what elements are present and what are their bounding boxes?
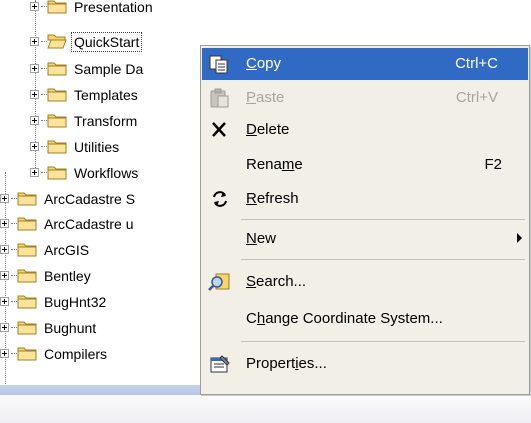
folder-closed-icon [47,166,67,180]
menu-separator [241,259,525,260]
tree-item-label: Sample Da [74,61,144,77]
menu-item-rename[interactable]: Rename F2 [202,149,528,181]
folder-closed-icon [17,217,37,231]
properties-icon [210,355,230,373]
tree-item-label: QuickStart [70,32,143,52]
delete-icon [212,122,226,137]
expand-icon[interactable] [30,116,39,125]
folder-closed-icon [47,88,67,102]
menu-item-label: Search... [246,273,307,290]
expand-icon[interactable] [0,194,9,203]
folder-closed-icon [17,243,37,257]
tree-item-label: ArcCadastre u [44,216,134,232]
tree-item-label: Bughunt [44,320,97,336]
folder-closed-icon [47,0,67,14]
menu-item-search[interactable]: Search... [202,266,528,298]
menu-item-label: Rename [246,156,303,173]
expand-icon[interactable] [0,323,9,332]
menu-item-copy[interactable]: Copy Ctrl+C [202,48,528,80]
menu-item-properties[interactable]: Properties... [202,348,528,380]
copy-icon [209,55,228,74]
menu-shortcut: Ctrl+V [455,89,498,106]
tree-item-label: ArcGIS [44,242,90,258]
menu-item-label: Delete [246,121,290,138]
search-icon [208,273,230,291]
menu-item-label: Paste [246,89,285,106]
menu-separator [241,219,525,220]
context-menu: Copy Ctrl+C Paste Ctrl+V Delete Rename F… [200,45,530,395]
folder-open-icon [47,34,67,49]
refresh-icon [213,191,227,207]
menu-item-label: Properties... [246,355,327,372]
tree-item-label: Templates [74,87,138,103]
tree-item-label: Workflows [74,165,139,181]
expand-icon[interactable] [30,64,39,73]
menu-item-label: Copy [246,55,282,72]
tree-item-label: Bentley [44,268,91,284]
menu-shortcut: Ctrl+C [455,55,498,72]
expand-icon[interactable] [0,219,9,228]
expand-icon[interactable] [30,168,39,177]
folder-closed-icon [17,347,37,361]
menu-item-label: New [246,230,277,247]
paste-icon [210,88,229,108]
folder-closed-icon [47,114,67,128]
folder-closed-icon [17,321,37,335]
bottom-bar [0,395,531,423]
menu-separator [241,341,525,342]
menu-item-delete[interactable]: Delete [202,114,528,146]
expand-icon[interactable] [30,142,39,151]
menu-item-new[interactable]: New [202,223,528,255]
folder-closed-icon [17,192,37,206]
expand-icon[interactable] [0,271,9,280]
expand-icon[interactable] [30,37,39,46]
expand-icon[interactable] [30,90,39,99]
submenu-arrow-icon [517,233,522,243]
menu-item-change-coordinate-system[interactable]: Change Coordinate System... [202,303,528,335]
expand-icon[interactable] [0,245,9,254]
expand-icon[interactable] [30,2,39,11]
menu-item-label: Refresh [246,190,299,207]
folder-closed-icon [47,140,67,154]
folder-closed-icon [17,269,37,283]
tree-item-label: Transform [74,113,138,129]
folder-closed-icon [47,62,67,76]
menu-item-label: Change Coordinate System... [246,310,443,327]
tree-item-label: BugHnt32 [44,294,107,310]
expand-icon[interactable] [0,297,9,306]
tree-item-label: Compilers [44,346,108,362]
tree-item-label: Utilities [74,139,120,155]
menu-shortcut: F2 [484,156,502,173]
menu-item-refresh[interactable]: Refresh [202,183,528,215]
tree-item-label: ArcCadastre S [44,191,136,207]
expand-icon[interactable] [0,349,9,358]
menu-item-paste[interactable]: Paste Ctrl+V [202,82,528,114]
folder-closed-icon [17,295,37,309]
tree-item-label: Presentation [74,0,153,15]
